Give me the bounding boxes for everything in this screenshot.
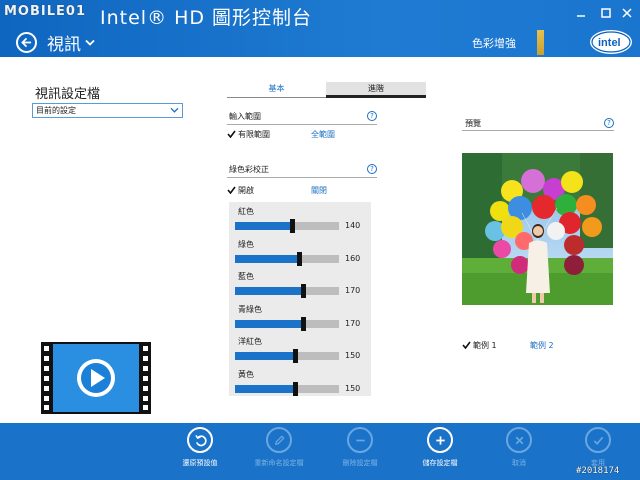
color-enhance-panel[interactable]: 色彩增強 xyxy=(462,30,544,55)
help-icon[interactable]: ? xyxy=(367,164,377,174)
preview-image xyxy=(462,153,613,305)
intel-logo: intel xyxy=(590,30,632,54)
checkmark-icon xyxy=(227,130,236,140)
slider-value: 140 xyxy=(345,221,361,230)
slider-value: 160 xyxy=(345,253,361,263)
preview-title: 預覽 xyxy=(465,119,481,128)
nav-title-label: 視訊 xyxy=(47,35,81,55)
slider-fill xyxy=(235,384,296,393)
slider-value: 150 xyxy=(345,383,361,393)
cancel-label: 取消 xyxy=(512,459,526,467)
minus-icon xyxy=(347,427,373,453)
checkmark-icon xyxy=(585,427,611,453)
checkmark-icon xyxy=(227,186,236,196)
chevron-down-icon xyxy=(170,107,179,113)
preview-sample-1-option[interactable]: 範例 1 xyxy=(462,340,497,351)
arrow-left-icon xyxy=(21,37,32,48)
green-correction-on-option[interactable]: 開啟 xyxy=(227,185,254,196)
delete-profile-button[interactable]: 刪除設定檔 xyxy=(315,427,405,468)
plus-icon xyxy=(427,427,453,453)
undo-icon xyxy=(187,427,213,453)
preview-sample-1-label: 範例 1 xyxy=(473,341,497,350)
help-icon[interactable]: ? xyxy=(367,111,377,121)
color-stripe xyxy=(537,30,544,55)
save-profile-button[interactable]: 儲存設定檔 xyxy=(395,427,485,468)
slider-thumb[interactable] xyxy=(293,349,299,363)
preview-sample-2-label: 範例 2 xyxy=(530,341,554,350)
nav-menu-video[interactable]: 視訊 xyxy=(47,30,95,55)
slider-thumb[interactable] xyxy=(300,284,306,298)
slider-fill xyxy=(235,222,293,230)
minimize-icon[interactable] xyxy=(574,6,588,20)
preview-sample-2-option[interactable]: 範例 2 xyxy=(530,340,554,351)
preview-header: 預覽 ? xyxy=(462,118,614,131)
help-icon[interactable]: ? xyxy=(604,118,614,128)
green-correction-title: 綠色彩校正 xyxy=(229,165,269,174)
pencil-icon xyxy=(266,427,292,453)
slider-label: 洋紅色 xyxy=(238,337,262,346)
slider-label: 綠色 xyxy=(238,239,254,249)
video-film-icon xyxy=(41,342,151,414)
green-correction-on-label: 開啟 xyxy=(238,186,254,195)
tab-advanced[interactable]: 進階 xyxy=(326,82,426,98)
input-range-header: 輸入範圍 ? xyxy=(227,111,377,125)
slider-fill xyxy=(235,319,303,328)
green-correction-off-option[interactable]: 關閉 xyxy=(311,185,327,196)
color-slider[interactable] xyxy=(235,251,339,266)
slider-label: 青綠色 xyxy=(238,304,262,314)
restore-defaults-button[interactable]: 還原預設值 xyxy=(155,427,245,468)
color-slider[interactable] xyxy=(235,316,339,331)
input-range-limited-option[interactable]: 有限範圍 xyxy=(227,129,270,140)
rename-profile-label: 重新命名設定檔 xyxy=(254,459,304,467)
input-range-title: 輸入範圍 xyxy=(229,112,261,121)
slider-value: 170 xyxy=(345,318,361,328)
slider-thumb[interactable] xyxy=(300,316,306,331)
apply-button[interactable]: 套用 xyxy=(553,427,640,468)
save-profile-label: 儲存設定檔 xyxy=(422,459,458,467)
checkmark-icon xyxy=(462,341,471,351)
color-slider[interactable] xyxy=(235,219,339,233)
close-icon xyxy=(506,427,532,453)
slider-thumb[interactable] xyxy=(293,381,299,396)
profile-select[interactable]: 目前的設定 xyxy=(32,103,183,118)
app-title: Intel® HD 圖形控制台 xyxy=(100,7,313,29)
watermark: MOBILE01 xyxy=(4,4,86,19)
slider-fill xyxy=(235,254,300,263)
input-range-limited-label: 有限範圍 xyxy=(238,130,270,139)
color-slider[interactable] xyxy=(235,349,339,363)
color-slider-panel: 紅色 140 綠色 160 藍色 170 青綠色 170 洋紅色 150 黃色 150 xyxy=(229,202,371,396)
slider-thumb[interactable] xyxy=(297,251,303,266)
slider-label: 紅色 xyxy=(238,207,254,216)
color-slider[interactable] xyxy=(235,381,339,396)
svg-text:intel: intel xyxy=(598,37,621,49)
back-button[interactable] xyxy=(16,32,37,53)
header-bar: Intel® HD 圖形控制台 視訊 色彩增強 intel MOBILE01 xyxy=(0,0,640,57)
app-bar: 還原預設值 重新命名設定檔 刪除設定檔 儲存設定檔 取消 套用 xyxy=(0,423,640,480)
restore-defaults-label: 還原預設值 xyxy=(182,459,218,467)
tab-basic[interactable]: 基本 xyxy=(227,82,326,98)
slider-label: 藍色 xyxy=(238,272,254,281)
slider-fill xyxy=(235,287,303,295)
color-slider[interactable] xyxy=(235,284,339,298)
green-correction-off-label: 關閉 xyxy=(311,186,327,195)
input-range-full-option[interactable]: 全範圍 xyxy=(311,129,335,140)
input-range-full-label: 全範圍 xyxy=(311,130,335,139)
chevron-down-icon xyxy=(85,39,95,46)
maximize-icon[interactable] xyxy=(599,6,613,20)
slider-value: 170 xyxy=(345,286,361,295)
profile-title: 視訊設定檔 xyxy=(35,87,101,102)
slider-label: 黃色 xyxy=(238,369,254,379)
post-id-watermark: #2018174 xyxy=(576,466,620,476)
delete-profile-label: 刪除設定檔 xyxy=(342,459,378,467)
slider-value: 150 xyxy=(345,351,361,360)
slider-thumb[interactable] xyxy=(290,219,296,233)
rename-profile-button[interactable]: 重新命名設定檔 xyxy=(234,427,324,468)
cancel-button[interactable]: 取消 xyxy=(474,427,564,468)
profile-select-value: 目前的設定 xyxy=(36,106,76,115)
close-icon[interactable] xyxy=(620,6,634,20)
slider-fill xyxy=(235,352,296,360)
color-enhance-label: 色彩增強 xyxy=(472,36,516,50)
green-correction-header: 綠色彩校正 ? xyxy=(227,164,377,178)
tab-bar: 基本 進階 xyxy=(227,82,426,98)
